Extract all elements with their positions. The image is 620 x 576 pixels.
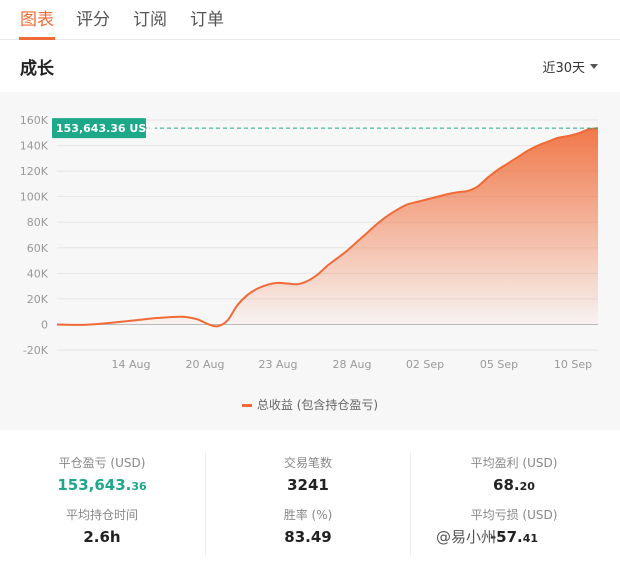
y-tick-label: 100K — [20, 191, 49, 204]
stats-divider — [205, 452, 206, 556]
y-tick-label: 40K — [27, 267, 49, 280]
y-tick-label: 160K — [20, 114, 49, 127]
x-tick-label: 20 Aug — [186, 358, 225, 371]
x-tick-label: 28 Aug — [333, 358, 372, 371]
x-tick-label: 23 Aug — [259, 358, 298, 371]
x-tick-label: 14 Aug — [112, 358, 151, 371]
range-dropdown-label: 近30天 — [542, 61, 585, 76]
x-tick-label: 05 Sep — [480, 358, 518, 371]
chart-legend[interactable]: 总收益 (包含持仓盈亏) — [0, 396, 620, 413]
stat-avg-hold-time: 平均持仓时间 2.6h — [2, 506, 202, 546]
tab-bar: 图表 评分 订阅 订单 — [0, 0, 620, 40]
tab-orders[interactable]: 订单 — [190, 5, 224, 30]
tab-rating[interactable]: 评分 — [76, 5, 110, 30]
stats-divider — [410, 452, 411, 556]
x-tick-label: 02 Sep — [406, 358, 444, 371]
chart-canvas: 160K 140K 120K 100K 80K 60K 40K 20K 0 -20K 14 Aug 2… — [20, 114, 599, 371]
section-title: 成长 — [20, 59, 54, 79]
y-tick-label: 140K — [20, 140, 49, 153]
active-tab-indicator — [19, 37, 55, 40]
stat-closed-pnl: 平仓盈亏 (USD) 153,643.36 — [2, 454, 202, 494]
stats-panel: 平仓盈亏 (USD) 153,643.36 交易笔数 3241 平均盈利 (US… — [0, 430, 620, 576]
legend-label: 总收益 (包含持仓盈亏) — [256, 398, 379, 412]
y-tick-label: 20K — [27, 293, 49, 306]
stat-win-rate: 胜率 (%) 83.49 — [208, 506, 408, 546]
stat-label: 平均盈利 (USD) — [470, 456, 558, 470]
stat-value: 2.6h — [83, 528, 121, 546]
stat-avg-profit: 平均盈利 (USD) 68.20 — [414, 454, 614, 494]
tab-chart[interactable]: 图表 — [20, 5, 54, 30]
y-tick-label: 120K — [20, 165, 49, 178]
current-value-label: 153,643.36 USD — [56, 122, 155, 135]
stat-label: 平均持仓时间 — [65, 508, 138, 522]
watermark-text: @易小州 — [436, 528, 497, 546]
stat-trade-count: 交易笔数 3241 — [208, 454, 408, 494]
range-dropdown[interactable]: 近30天 — [542, 57, 598, 76]
stat-value: 83.49 — [284, 528, 332, 546]
stat-label: 胜率 (%) — [283, 508, 333, 522]
tab-subscribe[interactable]: 订阅 — [133, 5, 167, 30]
y-tick-label: 80K — [27, 216, 49, 229]
x-tick-label: 10 Sep — [554, 358, 592, 371]
current-value-badge: 153,643.36 USD — [52, 118, 155, 139]
y-tick-label: 60K — [27, 242, 49, 255]
stat-label: 交易笔数 — [283, 456, 332, 470]
y-tick-label: 0 — [41, 318, 48, 331]
legend-swatch-icon — [241, 404, 252, 407]
stat-value: 153,643.36 — [57, 476, 147, 494]
caret-down-icon — [590, 64, 598, 69]
y-tick-label: -20K — [23, 344, 49, 357]
stat-value: 68.20 — [493, 476, 535, 494]
stat-label: 平均亏损 (USD) — [470, 508, 558, 522]
stat-value: 3241 — [287, 476, 329, 494]
stat-label: 平仓盈亏 (USD) — [58, 456, 146, 470]
growth-chart: 160K 140K 120K 100K 80K 60K 40K 20K 0 -20K 14 Aug 2… — [0, 92, 620, 430]
